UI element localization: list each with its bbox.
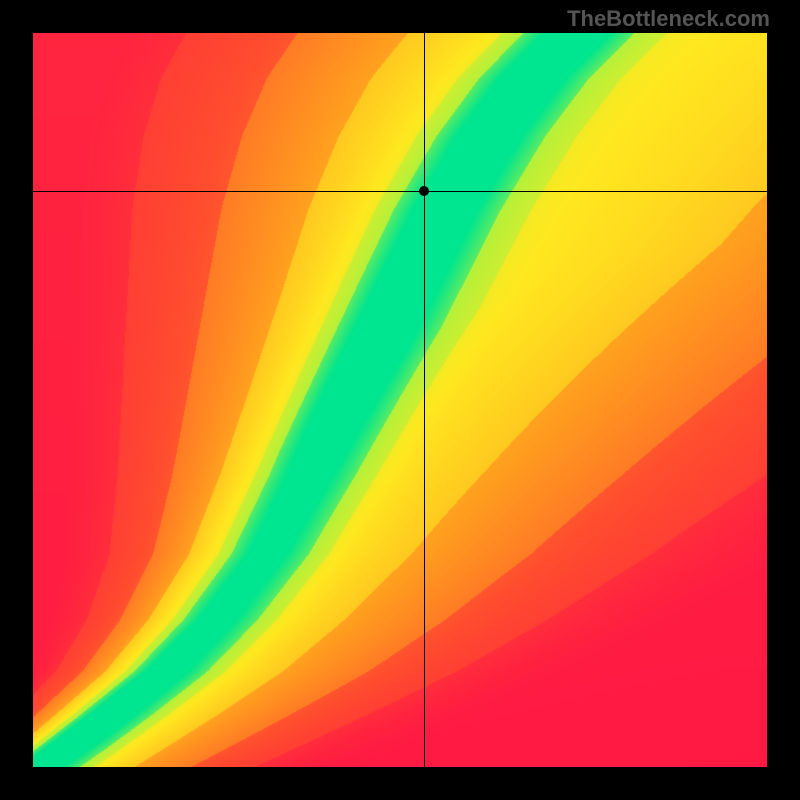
crosshair-vertical: [424, 33, 425, 767]
heatmap-plot: [33, 33, 767, 767]
crosshair-horizontal: [33, 191, 767, 192]
chart-frame: TheBottleneck.com: [0, 0, 800, 800]
watermark-text: TheBottleneck.com: [567, 6, 770, 32]
heatmap-canvas: [33, 33, 767, 767]
marker-point: [419, 186, 429, 196]
